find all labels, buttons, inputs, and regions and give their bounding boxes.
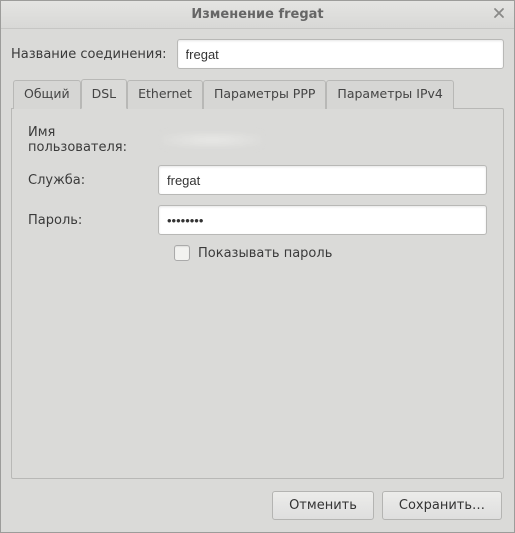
- password-label: Пароль:: [28, 213, 158, 228]
- dialog-window: Изменение fregat Название соединения: Об…: [0, 0, 515, 533]
- dialog-footer: Отменить Сохранить…: [1, 479, 514, 532]
- cancel-button[interactable]: Отменить: [272, 491, 374, 520]
- password-input[interactable]: [158, 205, 487, 235]
- dsl-panel: Имя пользователя: Служба: Пароль: Показы…: [11, 108, 504, 479]
- show-password-checkbox[interactable]: [174, 245, 190, 261]
- tab-general[interactable]: Общий: [13, 80, 81, 109]
- tabs-row: Общий DSL Ethernet Параметры PPP Парамет…: [11, 79, 504, 108]
- connection-name-input[interactable]: [177, 39, 504, 69]
- service-label: Служба:: [28, 173, 158, 188]
- show-password-label: Показывать пароль: [198, 246, 332, 261]
- service-row: Служба:: [28, 165, 487, 195]
- window-title: Изменение fregat: [191, 7, 323, 22]
- close-icon[interactable]: [490, 7, 508, 23]
- content-area: Название соединения: Общий DSL Ethernet …: [1, 29, 514, 479]
- titlebar: Изменение fregat: [1, 1, 514, 29]
- save-button[interactable]: Сохранить…: [382, 491, 502, 520]
- connection-name-row: Название соединения:: [11, 39, 504, 69]
- username-label: Имя пользователя:: [28, 125, 158, 155]
- username-value-obscured: [158, 126, 487, 154]
- connection-name-label: Название соединения:: [11, 47, 167, 62]
- password-row: Пароль:: [28, 205, 487, 235]
- tab-dsl[interactable]: DSL: [81, 79, 128, 109]
- tab-ppp[interactable]: Параметры PPP: [203, 80, 326, 109]
- service-input[interactable]: [158, 165, 487, 195]
- show-password-row: Показывать пароль: [174, 245, 487, 261]
- username-row: Имя пользователя:: [28, 125, 487, 155]
- tab-ipv4[interactable]: Параметры IPv4: [326, 80, 453, 109]
- tab-ethernet[interactable]: Ethernet: [127, 80, 203, 109]
